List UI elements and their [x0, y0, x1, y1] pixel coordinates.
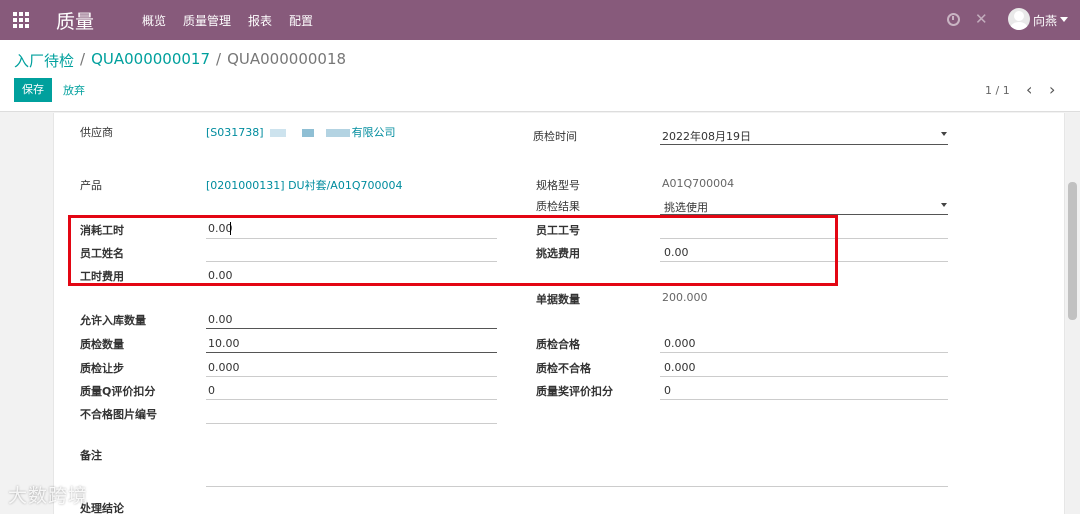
field-underline	[660, 376, 948, 377]
user-name[interactable]: 向燕	[1033, 12, 1057, 29]
breadcrumb-separator: /	[216, 50, 222, 68]
reward-deduct-label: 质量奖评价扣分	[536, 385, 613, 398]
top-navbar: 质量 概览 质量管理 报表 配置 ✕ 向燕	[0, 0, 1080, 40]
redacted-text	[269, 129, 350, 137]
debug-icon[interactable]: ✕	[975, 10, 988, 28]
field-underline	[660, 399, 948, 400]
form-sheet	[53, 113, 1065, 514]
field-underline	[660, 352, 948, 353]
chevron-down-icon[interactable]	[941, 132, 947, 136]
concession-label: 质检让步	[80, 362, 124, 375]
supplier-link[interactable]: [S031738] 有限公司	[206, 124, 396, 140]
breadcrumb-separator: /	[80, 50, 86, 68]
supplier-label: 供应商	[80, 126, 113, 139]
app-title: 质量	[56, 11, 95, 33]
check-time-field[interactable]: 2022年08月19日	[662, 128, 751, 144]
supplier-code: [S031738]	[206, 126, 264, 139]
field-underline	[660, 144, 948, 145]
field-underline	[206, 399, 497, 400]
result-label: 质检结果	[536, 200, 580, 213]
breadcrumb: 入厂待检 / QUA000000017 / QUA000000018	[14, 50, 346, 71]
chevron-down-icon[interactable]	[941, 203, 947, 207]
q-deduct-label: 质量Q评价扣分	[80, 385, 156, 398]
user-menu-caret-icon[interactable]	[1060, 17, 1068, 22]
menu-item-configuration[interactable]: 配置	[289, 12, 313, 29]
chevron-right-icon[interactable]: ›	[1049, 80, 1055, 99]
control-panel: 入厂待检 / QUA000000017 / QUA000000018 保存 放弃…	[0, 40, 1080, 112]
supplier-suffix: 有限公司	[351, 126, 396, 139]
q-deduct-input[interactable]: 0	[208, 384, 215, 397]
save-button[interactable]: 保存	[14, 78, 52, 102]
breadcrumb-current: QUA000000018	[227, 50, 347, 68]
reward-deduct-input[interactable]: 0	[664, 384, 671, 397]
note-label: 备注	[80, 449, 102, 462]
scrollbar-thumb[interactable]	[1068, 182, 1077, 320]
menu-item-reports[interactable]: 报表	[248, 12, 272, 29]
apps-grid-icon[interactable]	[13, 12, 29, 28]
chevron-left-icon[interactable]: ‹	[1026, 80, 1032, 99]
pager-value[interactable]: 1 / 1	[985, 84, 1010, 97]
product-label: 产品	[80, 179, 102, 192]
doc-qty-label: 单据数量	[536, 293, 580, 306]
pass-input[interactable]: 0.000	[664, 337, 696, 350]
check-qty-label: 质检数量	[80, 338, 124, 351]
field-underline	[206, 352, 497, 353]
result-select[interactable]: 挑选使用	[664, 199, 708, 215]
pass-label: 质检合格	[536, 338, 580, 351]
doc-qty-value: 200.000	[662, 291, 708, 304]
discard-button[interactable]: 放弃	[63, 82, 85, 98]
clock-icon[interactable]	[947, 13, 960, 26]
field-underline	[206, 423, 497, 424]
watermark-text: 大数跨境	[8, 485, 89, 507]
avatar[interactable]	[1008, 8, 1030, 30]
check-time-label: 质检时间	[533, 130, 577, 143]
allowed-in-label: 允许入库数量	[80, 314, 146, 327]
concession-input[interactable]: 0.000	[208, 361, 240, 374]
breadcrumb-parent[interactable]: QUA000000017	[91, 50, 210, 71]
defect-img-label: 不合格图片编号	[80, 408, 157, 421]
menu-item-quality-management[interactable]: 质量管理	[183, 12, 231, 29]
field-underline	[206, 328, 497, 329]
allowed-in-input[interactable]: 0.00	[208, 313, 233, 326]
field-underline	[206, 376, 497, 377]
main-menu: 概览 质量管理 报表 配置	[142, 12, 313, 29]
highlight-box	[68, 215, 838, 286]
fail-label: 质检不合格	[536, 362, 591, 375]
menu-item-overview[interactable]: 概览	[142, 12, 166, 29]
breadcrumb-root[interactable]: 入厂待检	[14, 50, 74, 71]
product-link[interactable]: [0201000131] DU衬套/A01Q700004	[206, 177, 402, 193]
fail-input[interactable]: 0.000	[664, 361, 696, 374]
note-textarea-underline[interactable]	[206, 486, 948, 487]
spec-label: 规格型号	[536, 179, 580, 192]
check-qty-input[interactable]: 10.00	[208, 337, 240, 350]
spec-value: A01Q700004	[662, 177, 735, 190]
